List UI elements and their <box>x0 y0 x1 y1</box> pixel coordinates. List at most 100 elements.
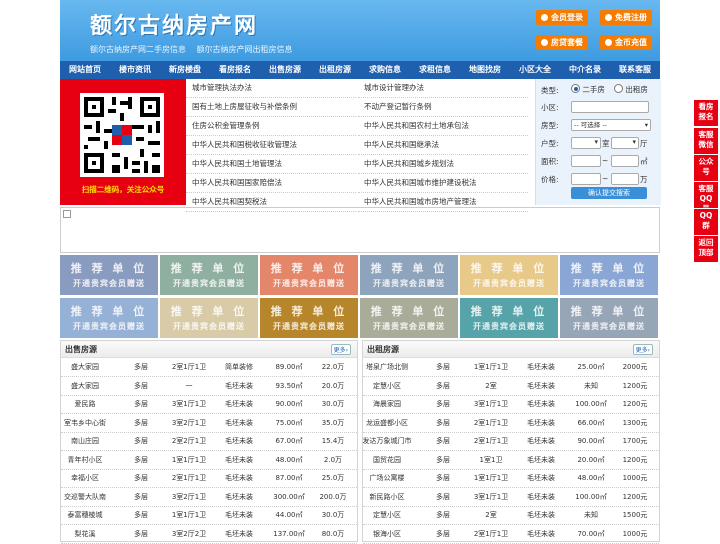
regulation-link[interactable]: 城市管理执法办法 <box>186 79 356 98</box>
recommend-unit-ad[interactable]: 推 荐 单 位开通贵宾会员赠送 <box>460 255 558 295</box>
listing-community[interactable]: 交巡警大队南 <box>57 488 113 506</box>
listing-community[interactable]: 国贸花园 <box>359 451 415 469</box>
regulation-link[interactable]: 中华人民共和国城乡规划法 <box>358 155 528 174</box>
radio-rental[interactable]: 出租房 <box>614 84 648 95</box>
listing-community[interactable]: 定慧小区 <box>359 377 415 395</box>
nav-news[interactable]: 楼市资讯 <box>110 61 160 79</box>
listing-community[interactable]: 泰富穗棱城 <box>57 506 113 524</box>
listing-row[interactable]: 定慧小区 多层 2室 毛坯未装 未知 1200元 <box>363 377 659 396</box>
listing-row[interactable]: 南山庄园 多层 2室2厅1卫 毛坯未装 67.00㎡ 15.4万 <box>61 432 357 451</box>
free-register-button[interactable]: 免费注册 <box>600 10 652 25</box>
nav-viewing-signup[interactable]: 看房报名 <box>210 61 260 79</box>
regulation-link[interactable]: 中华人民共和国土地管理法 <box>186 155 356 174</box>
float-back-to-top[interactable]: 返回顶部 <box>694 236 718 262</box>
listing-row[interactable]: 爱民路 多层 3室1厅1卫 毛坯未装 90.00㎡ 30.0万 <box>61 395 357 414</box>
nav-sale[interactable]: 出售房源 <box>260 61 310 79</box>
nav-want-buy[interactable]: 求购信息 <box>360 61 410 79</box>
float-qq-service[interactable]: 客服QQ号 <box>694 182 718 213</box>
listing-community[interactable]: 发达万象城门市 <box>359 432 415 450</box>
recommend-unit-ad[interactable]: 推 荐 单 位开通贵宾会员赠送 <box>360 255 458 295</box>
radio-secondhand[interactable]: 二手房 <box>571 84 605 95</box>
regulation-link[interactable]: 城市设计管理办法 <box>358 79 528 98</box>
rent-more-link[interactable]: 更多› <box>632 344 653 355</box>
listing-row[interactable]: 室韦乡中心街 多层 3室2厅1卫 毛坯未装 75.00㎡ 35.0万 <box>61 414 357 433</box>
recommend-unit-ad[interactable]: 推 荐 单 位开通贵宾会员赠送 <box>560 255 658 295</box>
listing-row[interactable]: 发达万象城门市 多层 2室1厅1卫 毛坯未装 90.00㎡ 1700元 <box>363 432 659 451</box>
nav-agents[interactable]: 中介名录 <box>560 61 610 79</box>
nav-new-homes[interactable]: 新房楼盘 <box>160 61 210 79</box>
room-type-select[interactable]: -- 可选择 -- ▾ <box>571 119 651 131</box>
recommend-unit-ad[interactable]: 推 荐 单 位开通贵宾会员赠送 <box>60 255 158 295</box>
price-min-input[interactable] <box>571 173 601 185</box>
float-qq-group[interactable]: QQ群 <box>694 209 718 235</box>
nav-support[interactable]: 联系客服 <box>610 61 660 79</box>
float-viewing-signup[interactable]: 看房报名 <box>694 100 718 126</box>
listing-community[interactable]: 青年村小区 <box>57 451 113 469</box>
listing-community[interactable]: 爱民路 <box>57 395 113 413</box>
listing-row[interactable]: 银海小区 多层 2室1厅1卫 毛坯未装 70.00㎡ 1000元 <box>363 525 659 544</box>
listing-community[interactable]: 海晨家园 <box>359 395 415 413</box>
listing-community[interactable]: 盛大家园 <box>57 377 113 395</box>
recommend-unit-ad[interactable]: 推 荐 单 位开通贵宾会员赠送 <box>360 298 458 338</box>
listing-community[interactable]: 室韦乡中心街 <box>57 414 113 432</box>
secondhand-info-link[interactable]: 额尔古纳房产网二手房信息 <box>90 45 186 54</box>
listing-row[interactable]: 盛大家园 多层 2室1厅1卫 简单装修 89.00㎡ 22.0万 <box>61 358 357 377</box>
regulation-link[interactable]: 中华人民共和国国家赔偿法 <box>186 174 356 193</box>
nav-home[interactable]: 网站首页 <box>60 61 110 79</box>
listing-row[interactable]: 交巡警大队南 多层 3室2厅1卫 毛坯未装 300.00㎡ 200.0万 <box>61 488 357 507</box>
regulation-link[interactable]: 中华人民共和国城市维护建设税法 <box>358 174 528 193</box>
listing-community[interactable]: 定慧小区 <box>359 506 415 524</box>
area-min-input[interactable] <box>571 155 601 167</box>
listing-row[interactable]: 盛大家园 多层一毛坯未装 93.50㎡ 20.0万 <box>61 377 357 396</box>
listing-row[interactable]: 定慧小区 多层 2室 毛坯未装 未知 1500元 <box>363 506 659 525</box>
listing-community[interactable]: 幸福小区 <box>57 469 113 487</box>
member-login-button[interactable]: 会员登录 <box>536 10 588 25</box>
recommend-unit-ad[interactable]: 推 荐 单 位开通贵宾会员赠送 <box>260 255 358 295</box>
banner-image[interactable] <box>60 207 660 253</box>
nav-map[interactable]: 地图找房 <box>460 61 510 79</box>
recommend-unit-ad[interactable]: 推 荐 单 位开通贵宾会员赠送 <box>460 298 558 338</box>
regulation-link[interactable]: 国有土地上房屋征收与补偿条例 <box>186 98 356 117</box>
site-logo[interactable]: 额尔古纳房产网 <box>90 8 258 40</box>
listing-community[interactable]: 广场公寓楼 <box>359 469 415 487</box>
listing-community[interactable]: 新民路小区 <box>359 488 415 506</box>
price-max-input[interactable] <box>611 173 639 185</box>
area-max-input[interactable] <box>611 155 639 167</box>
listing-row[interactable]: 泰富穗棱城 多层 1室1厅1卫 毛坯未装 44.00㎡ 30.0万 <box>61 506 357 525</box>
recommend-unit-ad[interactable]: 推 荐 单 位开通贵宾会员赠送 <box>60 298 158 338</box>
listing-row[interactable]: 新民路小区 多层 3室1厅1卫 毛坯未装 100.00㎡ 1200元 <box>363 488 659 507</box>
recommend-unit-ad[interactable]: 推 荐 单 位开通贵宾会员赠送 <box>160 298 258 338</box>
regulation-link[interactable]: 不动产登记暂行条例 <box>358 98 528 117</box>
listing-community[interactable]: 龙运盛都小区 <box>359 414 415 432</box>
listing-row[interactable]: 海晨家园 多层 3室1厅1卫 毛坯未装 100.00㎡ 1200元 <box>363 395 659 414</box>
recommend-unit-ad[interactable]: 推 荐 单 位开通贵宾会员赠送 <box>560 298 658 338</box>
listing-row[interactable]: 国贸花园 多层 1室1卫 毛坯未装 20.00㎡ 1200元 <box>363 451 659 470</box>
nav-rent[interactable]: 出租房源 <box>310 61 360 79</box>
listing-community[interactable]: 盛大家园 <box>57 358 113 376</box>
listing-row[interactable]: 塔泉广场北侧 多层 1室1厅1卫 毛坯未装 25.00㎡ 2000元 <box>363 358 659 377</box>
rental-info-link[interactable]: 额尔古纳房产网出租房信息 <box>197 45 293 54</box>
loan-package-button[interactable]: 房贷套餐 <box>536 35 588 50</box>
listing-row[interactable]: 青年村小区 多层 1室1厅1卫 毛坯未装 48.00㎡ 2.0万 <box>61 451 357 470</box>
search-submit-button[interactable]: 确认提交搜索 <box>571 187 647 199</box>
community-input[interactable] <box>571 101 649 113</box>
regulation-link[interactable]: 中华人民共和国农村土地承包法 <box>358 117 528 136</box>
listing-row[interactable]: 幸福小区 多层 2室1厅1卫 毛坯未装 87.00㎡ 25.0万 <box>61 469 357 488</box>
listing-row[interactable]: 广场公寓楼 多层 1室1厅1卫 毛坯未装 48.00㎡ 1000元 <box>363 469 659 488</box>
nav-communities[interactable]: 小区大全 <box>510 61 560 79</box>
room-select[interactable]: ▾ <box>571 137 601 149</box>
listing-row[interactable]: 龙运盛都小区 多层 2室1厅1卫 毛坯未装 66.00㎡ 1300元 <box>363 414 659 433</box>
listing-community[interactable]: 塔泉广场北侧 <box>359 358 415 376</box>
listing-row[interactable]: 梨花溪 多层 3室2厅2卫 毛坯未装 137.00㎡ 80.0万 <box>61 525 357 544</box>
coin-recharge-button[interactable]: 金币充值 <box>600 35 652 50</box>
recommend-unit-ad[interactable]: 推 荐 单 位开通贵宾会员赠送 <box>260 298 358 338</box>
hall-select[interactable]: ▾ <box>611 137 639 149</box>
regulation-link[interactable]: 住房公积金管理条例 <box>186 117 356 136</box>
regulation-link[interactable]: 中华人民共和国税收征收管理法 <box>186 136 356 155</box>
listing-community[interactable]: 南山庄园 <box>57 432 113 450</box>
float-wechat-service[interactable]: 客服微信 <box>694 128 718 154</box>
recommend-unit-ad[interactable]: 推 荐 单 位开通贵宾会员赠送 <box>160 255 258 295</box>
nav-want-rent[interactable]: 求租信息 <box>410 61 460 79</box>
float-official-account[interactable]: 公众号 <box>694 155 718 181</box>
sale-more-link[interactable]: 更多› <box>330 344 351 355</box>
